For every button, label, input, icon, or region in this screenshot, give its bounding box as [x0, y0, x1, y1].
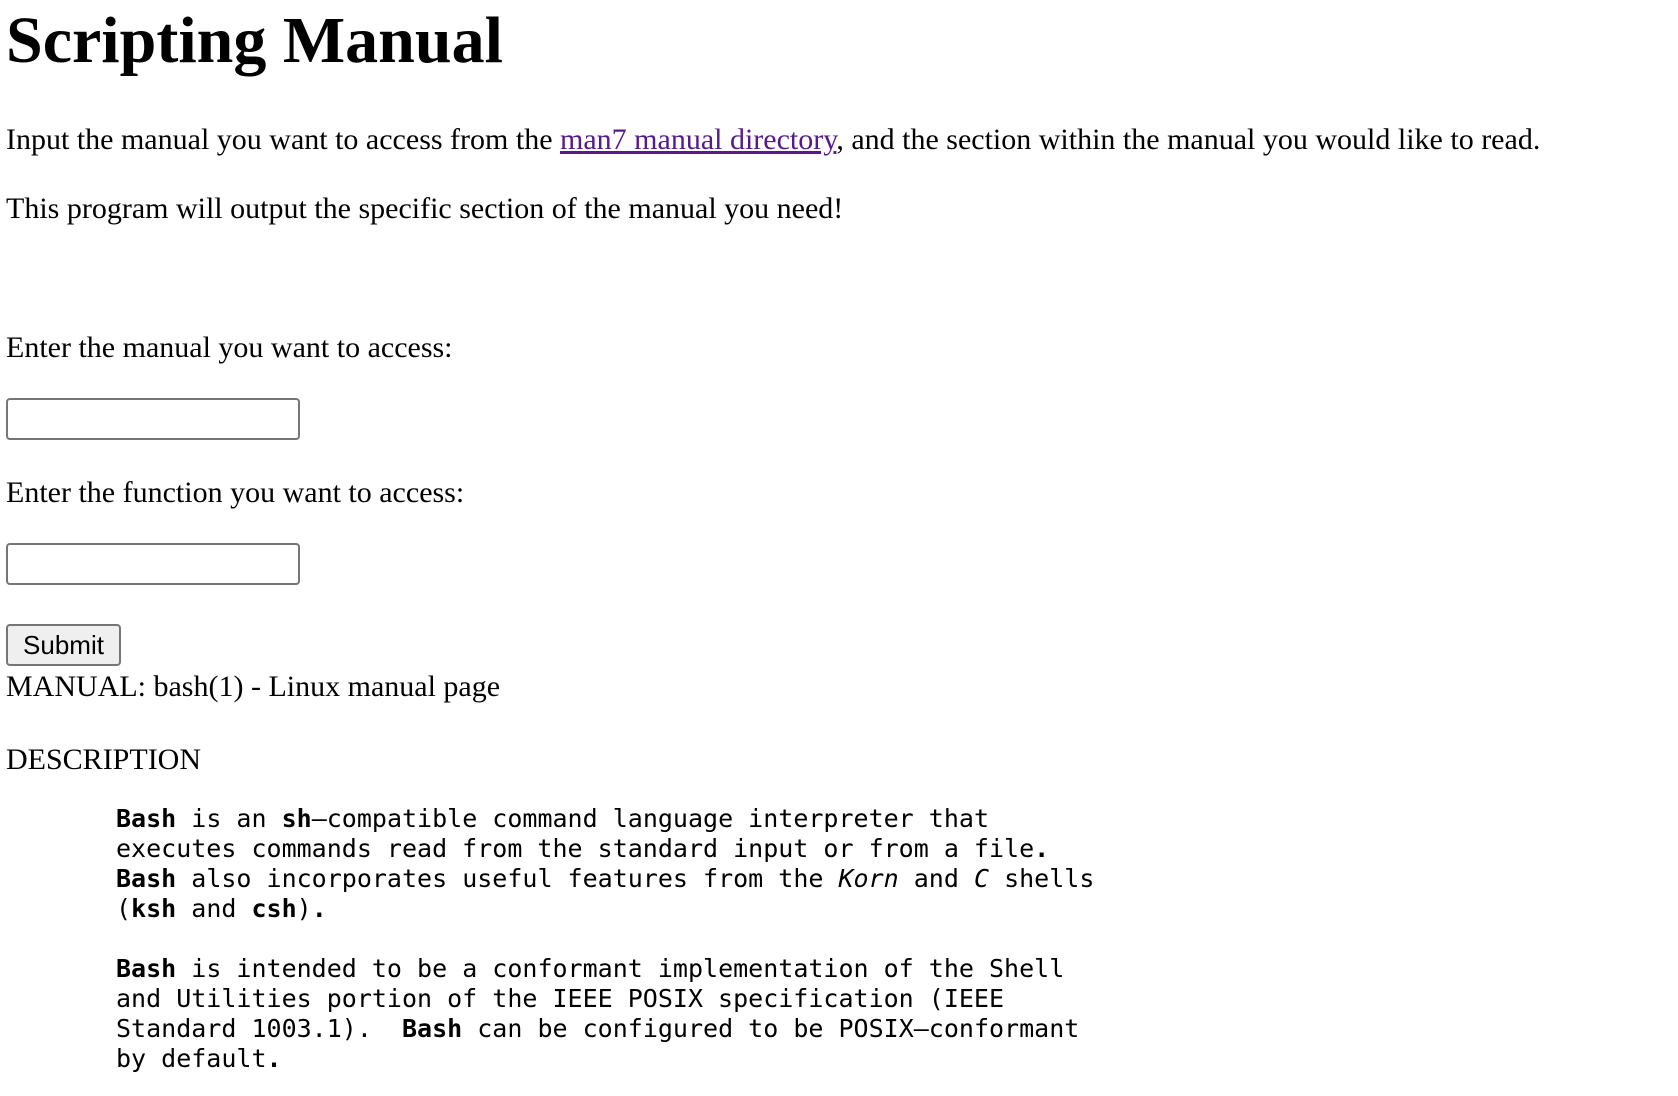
man-bold-text: sh	[281, 804, 312, 833]
result-title: MANUAL: bash(1) - Linux manual page	[6, 670, 501, 703]
manual-content: Bash is an sh–compatible command languag…	[116, 804, 1094, 1074]
man-italic-text: C	[973, 864, 990, 893]
man-bold-text: Bash	[401, 1014, 463, 1043]
intro-text-after-link: , and the section within the manual you …	[836, 123, 1541, 156]
intro-second-paragraph: This program will output the specific se…	[6, 192, 844, 225]
man-text: and	[176, 894, 252, 923]
man-text: by default	[116, 1044, 267, 1073]
function-input[interactable]	[6, 543, 300, 585]
man-text: also incorporates useful features from t…	[176, 864, 839, 893]
intro-paragraph: Input the manual you want to access from…	[6, 122, 1540, 158]
man-text: is an	[176, 804, 282, 833]
man-bold-text: Bash	[116, 954, 177, 983]
submit-button[interactable]: Submit	[6, 624, 121, 666]
man-text: and	[898, 864, 974, 893]
man-text: –compatible command language interpreter…	[311, 804, 989, 833]
manual-paragraph-2: Bash is intended to be a conformant impl…	[116, 954, 1094, 1074]
man-bold-text: csh	[251, 894, 297, 923]
man-bold-text: .	[266, 1044, 282, 1073]
man-text: )	[296, 894, 312, 923]
intro-text-before-link: Input the manual you want to access from…	[6, 123, 561, 156]
man-bold-text: .	[1034, 834, 1050, 863]
man-text: is intended to be a conformant implement…	[176, 954, 1065, 983]
man-text: (	[116, 894, 132, 923]
function-input-label: Enter the function you want to access:	[6, 476, 465, 509]
man-bold-text: .	[311, 894, 327, 923]
man7-directory-link[interactable]: man7 manual directory	[560, 123, 836, 156]
man-bold-text: Bash	[116, 864, 177, 893]
page-title: Scripting Manual	[6, 4, 503, 77]
man-bold-text: Bash	[116, 804, 177, 833]
man-italic-text: Korn	[838, 864, 899, 893]
man-text: executes commands read from the standard…	[116, 834, 1035, 863]
man-text: can be configured to be POSIX–conformant	[462, 1014, 1080, 1043]
manual-input-label: Enter the manual you want to access:	[6, 331, 453, 364]
man-text: and Utilities portion of the IEEE POSIX …	[116, 984, 1005, 1013]
manual-paragraph-1: Bash is an sh–compatible command languag…	[116, 804, 1094, 924]
man-text: shells	[989, 864, 1095, 893]
man-bold-text: ksh	[131, 894, 177, 923]
manual-input[interactable]	[6, 398, 300, 440]
section-heading-description: DESCRIPTION	[6, 743, 202, 776]
man-text: Standard 1003.1).	[116, 1014, 402, 1043]
